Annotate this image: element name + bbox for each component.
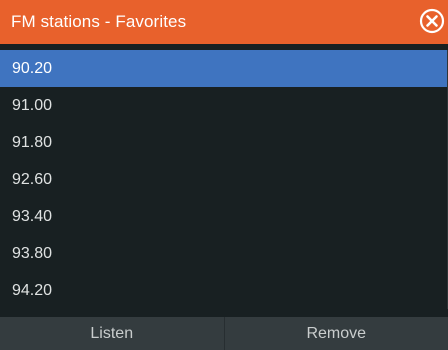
station-row[interactable]: 91.80 xyxy=(0,124,447,161)
station-frequency: 91.80 xyxy=(12,133,53,151)
action-bar: Listen Remove xyxy=(0,317,448,350)
station-frequency: 93.80 xyxy=(12,244,53,262)
station-row[interactable]: 93.40 xyxy=(0,198,447,235)
remove-button[interactable]: Remove xyxy=(223,317,448,350)
station-list: 90.20 91.00 91.80 92.60 93.40 93.80 94.2… xyxy=(0,50,448,309)
station-row[interactable]: 90.20 xyxy=(0,50,447,87)
listen-button[interactable]: Listen xyxy=(0,317,224,350)
station-row[interactable]: 92.60 xyxy=(0,161,447,198)
station-row[interactable]: 93.80 xyxy=(0,235,447,272)
station-row[interactable]: 94.20 xyxy=(0,272,447,309)
title-bar: FM stations - Favorites xyxy=(0,0,448,44)
dialog-title: FM stations - Favorites xyxy=(11,12,187,31)
station-frequency: 92.60 xyxy=(12,170,53,188)
station-frequency: 91.00 xyxy=(12,96,53,114)
station-frequency: 90.20 xyxy=(12,59,53,77)
station-frequency: 93.40 xyxy=(12,207,53,225)
station-row[interactable]: 91.00 xyxy=(0,87,447,124)
close-icon[interactable] xyxy=(419,8,445,34)
divider xyxy=(0,309,448,317)
fm-favorites-dialog: FM stations - Favorites 90.20 91.00 91.8… xyxy=(0,0,448,350)
station-frequency: 94.20 xyxy=(12,281,53,299)
